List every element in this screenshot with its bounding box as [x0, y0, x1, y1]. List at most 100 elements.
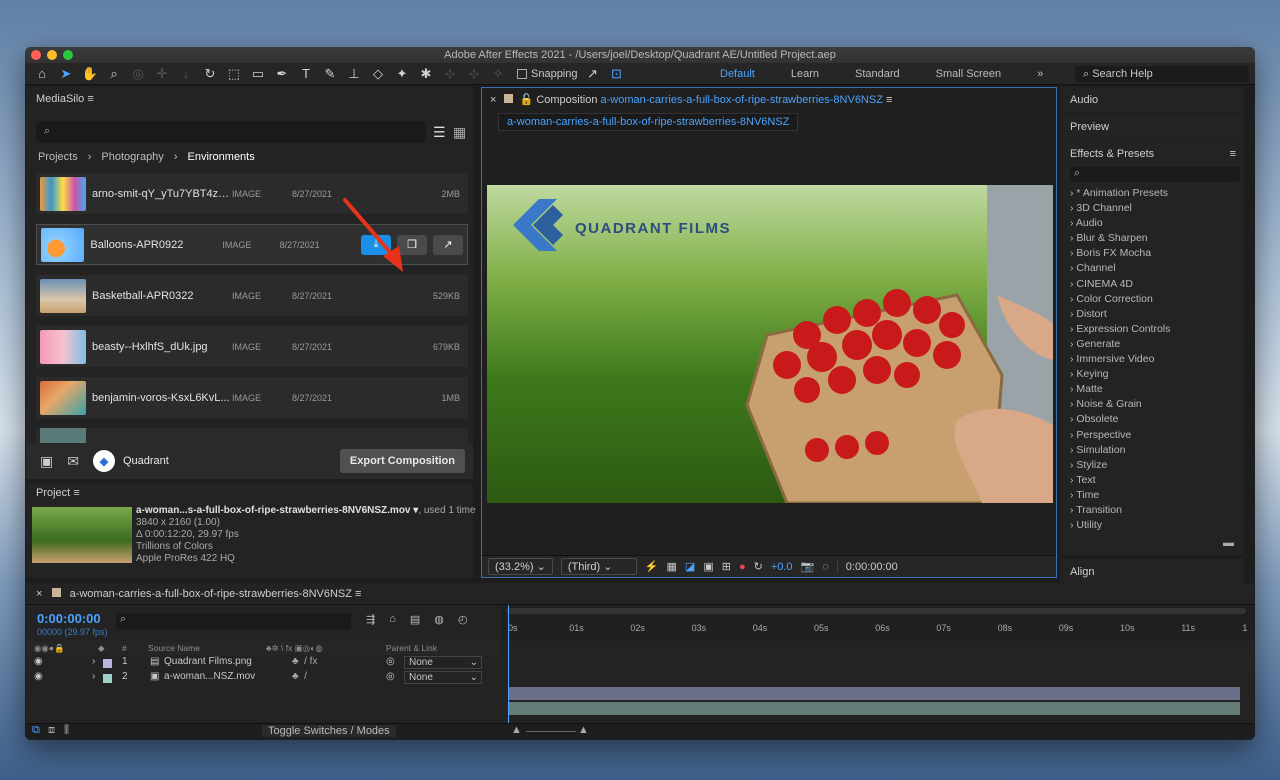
panel-menu-icon[interactable]: ≡ [886, 94, 892, 106]
layer-row[interactable]: ◉ › 1 ▤ Quadrant Films.png ♣ / fx ◎ None… [26, 656, 501, 671]
selection-tool-icon[interactable]: ➤ [57, 65, 75, 83]
home-icon[interactable]: ⌂ [33, 65, 51, 83]
layer-color-swatch[interactable] [103, 659, 112, 668]
breadcrumb-photography[interactable]: Photography [101, 151, 163, 163]
breadcrumb-projects[interactable]: Projects [38, 151, 78, 163]
clone-stamp-tool-icon[interactable]: ⊥ [345, 65, 363, 83]
composition-viewer[interactable]: QUADRANT FILMS [487, 185, 1053, 503]
work-area-bar[interactable] [506, 608, 1246, 614]
minimize-window-button[interactable] [47, 50, 57, 60]
effects-category[interactable]: › Boris FX Mocha [1060, 246, 1244, 261]
close-panel-icon[interactable]: × [36, 588, 42, 600]
align-y-icon[interactable]: ⊹ [465, 65, 483, 83]
layer-name[interactable]: a-woman...NSZ.mov [164, 671, 255, 682]
file-row[interactable]: benjamin-voros-KsxL6KvL... IMAGE 8/27/20… [36, 377, 468, 418]
layer-row[interactable]: ◉ › 2 ▣ a-woman...NSZ.mov ♣ / ◎ None ⌄ [26, 671, 501, 686]
pen-tool-icon[interactable]: ✒ [273, 65, 291, 83]
zoom-in-icon[interactable]: ▲ [578, 724, 589, 736]
viewer-timecode[interactable]: 0:00:00:00 [836, 560, 898, 573]
graph-editor-icon[interactable]: ◴ [458, 613, 468, 626]
layer-name[interactable]: Quadrant Films.png [164, 656, 252, 667]
project-file-name[interactable]: a-woman...s-a-full-box-of-ripe-strawberr… [136, 505, 411, 516]
workspace-standard[interactable]: Standard [855, 68, 900, 80]
mediasilo-search-input[interactable]: ⌕ [36, 121, 426, 143]
effects-category[interactable]: › Simulation [1060, 443, 1244, 458]
show-snapshot-icon[interactable]: ◌ [822, 561, 829, 573]
in-out-icon[interactable]: ⫼ [64, 724, 69, 737]
file-row[interactable]: beasty--HxlhfS_dUk.jpg IMAGE 8/27/2021 6… [36, 326, 468, 367]
effects-category[interactable]: › Distort [1060, 307, 1244, 322]
mask-visibility-icon[interactable]: ◪ [685, 560, 695, 573]
preview-panel-header[interactable]: Preview [1060, 114, 1244, 140]
audio-panel-header[interactable]: Audio [1060, 87, 1244, 113]
rotation-tool-icon[interactable]: ↻ [201, 65, 219, 83]
workspace-overflow-icon[interactable]: » [1037, 68, 1043, 80]
snap-edges-icon[interactable]: ↗ [584, 65, 602, 83]
timeline-timecode[interactable]: 0:00:00:00 [37, 611, 101, 626]
new-bin-icon[interactable]: ▬ [1223, 537, 1234, 549]
zoom-dropdown[interactable]: (33.2%) ⌄ [488, 558, 553, 575]
effects-category[interactable]: › Transition [1060, 503, 1244, 518]
column-source-name[interactable]: Source Name [148, 643, 200, 653]
lock-icon[interactable]: 🔓 [520, 94, 534, 106]
effects-category[interactable]: › Keying [1060, 367, 1244, 382]
pickwhip-icon[interactable]: ◎ [386, 656, 395, 667]
file-row[interactable]: Basketball-APR0322 IMAGE 8/27/2021 529KB [36, 275, 468, 316]
effects-category[interactable]: › Time [1060, 488, 1244, 503]
motion-blur-icon[interactable]: ◍ [434, 613, 444, 626]
layer-bar-video[interactable] [508, 702, 1240, 715]
parent-dropdown[interactable]: None ⌄ [404, 656, 482, 669]
puppet-pin-tool-icon[interactable]: ✱ [417, 65, 435, 83]
zoom-window-button[interactable] [63, 50, 73, 60]
layer-color-swatch[interactable] [103, 674, 112, 683]
channel-icon[interactable]: ● [739, 561, 746, 573]
workspace-learn[interactable]: Learn [791, 68, 819, 80]
close-window-button[interactable] [31, 50, 41, 60]
column-parent-link[interactable]: Parent & Link [386, 643, 437, 653]
align-z-icon[interactable]: ✧ [489, 65, 507, 83]
zoom-tool-icon[interactable]: ⌕ [105, 65, 123, 83]
effects-category[interactable]: › Text [1060, 473, 1244, 488]
grid-view-icon[interactable]: ▦ [453, 124, 466, 141]
effects-category[interactable]: › Stylize [1060, 458, 1244, 473]
roto-brush-tool-icon[interactable]: ✦ [393, 65, 411, 83]
composition-name[interactable]: a-woman-carries-a-full-box-of-ripe-straw… [601, 94, 883, 106]
effects-category[interactable]: › Audio [1060, 216, 1244, 231]
layer-bar-quadrant[interactable] [508, 687, 1240, 700]
region-of-interest-icon[interactable]: ▣ [703, 560, 713, 573]
search-help-field[interactable]: ⌕ Search Help [1075, 66, 1249, 82]
pan-behind-tool-icon[interactable]: ⬚ [225, 65, 243, 83]
effects-category[interactable]: › Expression Controls [1060, 322, 1244, 337]
panel-menu-icon[interactable]: ≡ [87, 93, 93, 105]
file-row[interactable] [36, 428, 468, 443]
eye-icon[interactable]: ◉ [34, 656, 43, 667]
parent-dropdown[interactable]: None ⌄ [404, 671, 482, 684]
resolution-dropdown[interactable]: (Third) ⌄ [560, 558, 637, 575]
open-external-icon[interactable]: ↗ [433, 234, 463, 255]
guides-icon[interactable]: ⊞ [722, 560, 731, 573]
effects-category[interactable]: › Generate [1060, 337, 1244, 352]
breadcrumb-environments[interactable]: Environments [187, 151, 254, 163]
timeline-tab[interactable]: × a-woman-carries-a-full-box-of-ripe-str… [26, 583, 1254, 605]
zoom-slider[interactable] [526, 731, 576, 732]
dolly-camera-icon[interactable]: ↓ [177, 65, 195, 83]
panel-menu-icon[interactable]: ≡ [355, 588, 361, 600]
comp-flowchart-icon[interactable]: ⇶ [366, 613, 375, 626]
eraser-tool-icon[interactable]: ◇ [369, 65, 387, 83]
workspace-small-screen[interactable]: Small Screen [936, 68, 1001, 80]
brush-tool-icon[interactable]: ✎ [321, 65, 339, 83]
align-x-icon[interactable]: ⊹ [441, 65, 459, 83]
align-panel-header[interactable]: Align [1060, 559, 1244, 586]
rectangle-tool-icon[interactable]: ▭ [249, 65, 267, 83]
snapping-checkbox[interactable] [517, 68, 527, 79]
snapshot-icon[interactable]: 📷 [801, 560, 815, 573]
switch-icons[interactable]: ♣ / [292, 671, 307, 682]
hand-tool-icon[interactable]: ✋ [81, 65, 99, 83]
fast-preview-icon[interactable]: ⚡ [645, 560, 659, 573]
pan-camera-icon[interactable]: ✛ [153, 65, 171, 83]
effects-category[interactable]: › CINEMA 4D [1060, 277, 1244, 292]
list-view-icon[interactable]: ☰ [433, 124, 446, 141]
layer-switches-icon[interactable]: ⧉ [32, 724, 40, 737]
effects-category[interactable]: › Immersive Video [1060, 352, 1244, 367]
effects-category[interactable]: › * Animation Presets [1060, 186, 1244, 201]
